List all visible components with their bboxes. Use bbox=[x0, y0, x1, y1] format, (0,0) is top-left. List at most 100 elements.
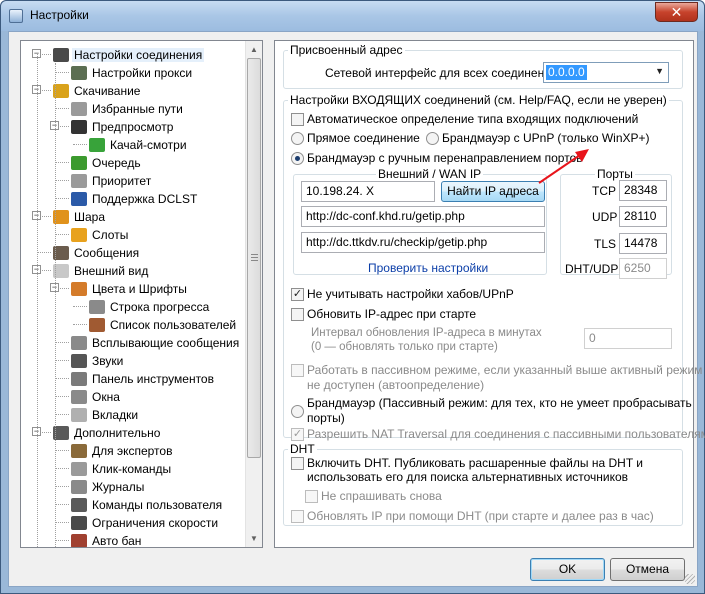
scroll-up-icon[interactable]: ▲ bbox=[246, 41, 262, 58]
tree-item[interactable]: Журналы bbox=[71, 477, 146, 495]
tree-item-label: Для экспертов bbox=[92, 443, 173, 458]
tree-item-label: Дополнительно bbox=[74, 425, 161, 440]
tree-item[interactable]: Звуки bbox=[71, 351, 125, 369]
settings-tree[interactable]: Настройки соединения − Настройки прокси Ска… bbox=[20, 40, 263, 548]
tree-item[interactable]: Цвета и Шрифты bbox=[71, 279, 189, 297]
tree-item[interactable]: Избранные пути bbox=[71, 99, 185, 117]
tree-item[interactable]: Окна bbox=[71, 387, 122, 405]
tree-scrollbar[interactable]: ▲ ▼ bbox=[245, 41, 262, 547]
tls-port-input[interactable]: 14478 bbox=[619, 233, 667, 254]
tree-item[interactable]: Клик-команды bbox=[71, 459, 173, 477]
tree-item[interactable]: Дополнительно bbox=[53, 423, 162, 441]
dht-port-label: DHT/UDP bbox=[565, 262, 619, 276]
tree-item[interactable]: Строка прогресса bbox=[89, 297, 211, 315]
dht-enable-option[interactable]: Включить DHT. Публиковать расшаренные фа… bbox=[291, 456, 643, 484]
interface-value: 0.0.0.0 bbox=[546, 65, 587, 80]
direct-label: Прямое соединение bbox=[307, 131, 420, 145]
manual-radio[interactable] bbox=[291, 152, 304, 166]
getip-url-1[interactable]: http://dc-conf.khd.ru/getip.php bbox=[301, 206, 545, 227]
dht-port-input[interactable]: 6250 bbox=[619, 258, 667, 279]
tree-item[interactable]: Приоритет bbox=[71, 171, 153, 189]
dht-update-checkbox[interactable] bbox=[291, 510, 304, 524]
ignore-hubs-checkbox[interactable] bbox=[291, 288, 304, 302]
tcp-port-input[interactable]: 28348 bbox=[619, 180, 667, 201]
dialog-client: Настройки соединения − Настройки прокси Ска… bbox=[8, 31, 705, 587]
tree-item[interactable]: Предпросмотр bbox=[71, 117, 175, 135]
chevron-down-icon: ▼ bbox=[655, 66, 664, 76]
find-ip-button[interactable]: Найти IP адреса bbox=[441, 181, 545, 202]
upnp-radio[interactable] bbox=[426, 132, 439, 146]
passive-auto-checkbox[interactable] bbox=[291, 364, 304, 377]
network-icon bbox=[53, 47, 69, 62]
resize-grip[interactable] bbox=[685, 574, 695, 584]
popup-icon bbox=[71, 335, 87, 350]
tree-item[interactable]: Команды пользователя bbox=[71, 495, 224, 513]
direct-radio[interactable] bbox=[291, 132, 304, 146]
tree-item[interactable]: Качай-смотри bbox=[89, 135, 189, 153]
passive-fw-radio[interactable] bbox=[291, 405, 304, 418]
ok-button[interactable]: OK bbox=[530, 558, 605, 581]
nat-checkbox[interactable] bbox=[291, 428, 304, 442]
direct-option[interactable]: Прямое соединение bbox=[291, 131, 420, 146]
auto-detect-checkbox[interactable] bbox=[291, 113, 304, 127]
annotation-arrow-icon bbox=[538, 149, 589, 184]
title-bar[interactable]: Настройки ✕ bbox=[1, 1, 704, 31]
auto-detect-option[interactable]: Автоматическое определение типа входящих… bbox=[291, 112, 638, 127]
tree-item[interactable]: Ограничения скорости bbox=[71, 513, 220, 531]
update-ip-option[interactable]: Обновить IP-адрес при старте bbox=[291, 307, 476, 322]
tree-item[interactable]: Для экспертов bbox=[71, 441, 174, 459]
tree-item-label: Скачивание bbox=[74, 83, 141, 98]
check-settings-link[interactable]: Проверить настройки bbox=[368, 261, 488, 275]
tree-item-label: Всплывающие сообщения bbox=[92, 335, 240, 350]
interval-input[interactable]: 0 bbox=[584, 328, 672, 349]
tree-item[interactable]: Скачивание bbox=[53, 81, 142, 99]
tree-item[interactable]: Сообщения bbox=[53, 243, 141, 261]
tree-item-label: Очередь bbox=[92, 155, 141, 170]
tree-item-label: Строка прогресса bbox=[110, 299, 210, 314]
tree-item[interactable]: Панель инструментов bbox=[71, 369, 216, 387]
slots-icon bbox=[71, 227, 87, 242]
windows-icon bbox=[71, 389, 87, 404]
folder-icon bbox=[71, 101, 87, 116]
tree-item[interactable]: Всплывающие сообщения bbox=[71, 333, 241, 351]
udp-port-input[interactable]: 28110 bbox=[619, 206, 667, 227]
scroll-down-icon[interactable]: ▼ bbox=[246, 530, 262, 547]
wan-ip-input[interactable]: 10.198.24. X bbox=[301, 181, 435, 202]
passive-fw-option[interactable]: Брандмауэр (Пассивный режим: для тех, кт… bbox=[291, 396, 692, 426]
tree-item[interactable]: Вкладки bbox=[71, 405, 140, 423]
ports-legend: Порты bbox=[597, 167, 633, 181]
tree-item[interactable]: Шара bbox=[53, 207, 107, 225]
tree-item[interactable]: Внешний вид bbox=[53, 261, 150, 279]
close-button[interactable]: ✕ bbox=[655, 2, 698, 22]
tree-item-label: Список пользователей bbox=[110, 317, 237, 332]
tree-item[interactable]: Авто бан bbox=[71, 531, 143, 547]
nat-option[interactable]: Разрешить NAT Traversal для соединения с… bbox=[291, 427, 705, 442]
experts-icon bbox=[71, 443, 87, 458]
update-ip-checkbox[interactable] bbox=[291, 308, 304, 322]
tree-item-label: Внешний вид bbox=[74, 263, 149, 278]
settings-window: Настройки ✕ Настройки соединения − Настрой… bbox=[0, 0, 705, 594]
scroll-thumb[interactable] bbox=[247, 58, 261, 458]
tree-item[interactable]: Поддержка DCLST bbox=[71, 189, 199, 207]
dht-no-ask-label: Не спрашивать снова bbox=[321, 489, 442, 503]
ignore-hubs-option[interactable]: Не учитывать настройки хабов/UPnP bbox=[291, 287, 514, 302]
tree-item[interactable]: Очередь bbox=[71, 153, 143, 171]
tree-item[interactable]: Слоты bbox=[71, 225, 130, 243]
dht-update-option[interactable]: Обновлять IP при помощи DHT (при старте … bbox=[291, 509, 654, 524]
tree-item[interactable]: Список пользователей bbox=[89, 315, 238, 333]
dht-no-ask-checkbox[interactable] bbox=[305, 490, 318, 504]
settings-panel: Присвоенный адрес Сетевой интерфейс для … bbox=[274, 40, 705, 548]
arrow-icon bbox=[89, 137, 105, 152]
dht-enable-checkbox[interactable] bbox=[291, 457, 304, 470]
userlist-icon bbox=[89, 317, 105, 332]
cancel-button[interactable]: Отмена bbox=[610, 558, 685, 581]
tree-item-label: Поддержка DCLST bbox=[92, 191, 198, 206]
priority-icon bbox=[71, 173, 87, 188]
interface-select[interactable]: 0.0.0.0 ▼ bbox=[543, 62, 669, 83]
passive-auto-option[interactable]: Работать в пассивном режиме, если указан… bbox=[291, 363, 702, 393]
getip-url-2[interactable]: http://dc.ttkdv.ru/checkip/getip.php bbox=[301, 232, 545, 253]
dht-no-ask-option[interactable]: Не спрашивать снова bbox=[305, 489, 442, 504]
palette-icon bbox=[71, 281, 87, 296]
tree-item[interactable]: Настройки прокси bbox=[71, 63, 194, 81]
tree-item[interactable]: Настройки соединения bbox=[53, 45, 205, 63]
